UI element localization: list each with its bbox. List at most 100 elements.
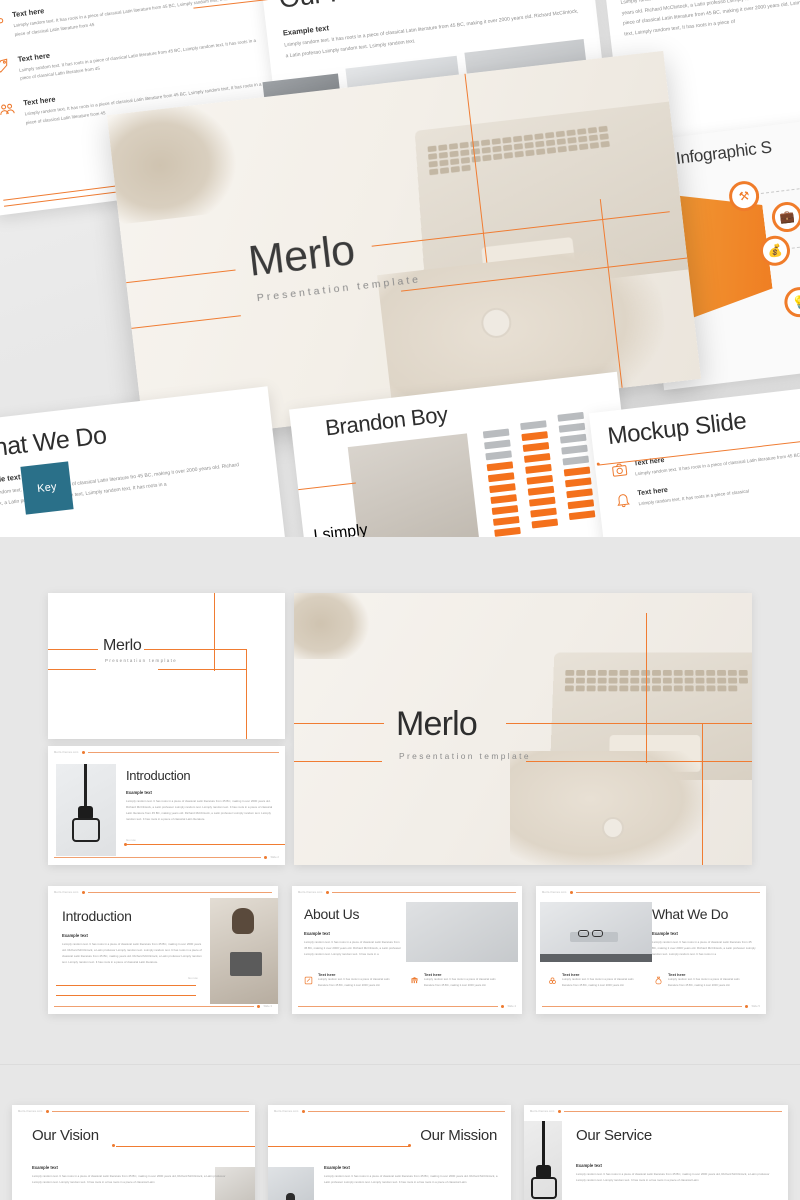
card-about-us[interactable]: Merlo.themes.com About Us Example text L…: [292, 886, 522, 1014]
person-photo: [347, 433, 485, 537]
card-body: Lsimply random text. It has roots in a p…: [32, 1174, 226, 1185]
people-icon: [0, 100, 17, 120]
card-our-mission[interactable]: Merlo.themes.com Our Mission Example tex…: [268, 1105, 511, 1200]
card-our-vision[interactable]: Merlo.themes.com Our Vision Example text…: [12, 1105, 255, 1200]
bullet-dot: [325, 891, 329, 894]
brand-label: Merlo.themes.com: [274, 1110, 299, 1113]
key-badge[interactable]: Key: [20, 461, 74, 515]
divider-line: [87, 752, 279, 753]
slide-title: Mockup Slide: [606, 407, 748, 451]
bullet-dot: [501, 1004, 505, 1008]
bullet-dot: [81, 891, 85, 894]
bank-icon: [410, 972, 419, 984]
divider-line: [575, 892, 760, 893]
card-subtitle: Presentation template: [105, 658, 178, 663]
bar-column: [482, 428, 521, 537]
bullet-dot: [745, 1004, 749, 1008]
card-title: What We Do: [652, 906, 729, 922]
card-body: Lsimply random text. It has roots in a p…: [62, 942, 202, 965]
divider-line: [54, 1005, 255, 1007]
card-label: Example text: [576, 1163, 602, 1168]
card-title: Introduction: [62, 908, 132, 924]
bar-column: [520, 420, 559, 532]
card-label: Example text: [304, 931, 330, 936]
card-what-we-do[interactable]: Merlo.themes.com What We Do Example text…: [536, 886, 766, 1014]
bullet-dot: [557, 1110, 561, 1113]
go-now-link[interactable]: Go now: [126, 838, 275, 842]
template-preview-page: Text here Lsimply random text. It has ro…: [0, 0, 800, 1200]
divider-line: [563, 1111, 782, 1112]
card-body: Lsimply random text. It has roots in a p…: [324, 1174, 498, 1185]
feature-item: Text here Lsimply random text. It has ro…: [410, 972, 505, 988]
feature-body: Lsimply random text. It has roots in a p…: [562, 978, 634, 987]
bullet-dot: [301, 1110, 305, 1113]
card-title: Merlo: [103, 637, 142, 654]
bullet-dot: [264, 855, 268, 859]
card-label: Example text: [32, 1165, 58, 1170]
card-title: Our Vision: [32, 1127, 99, 1144]
card-label: Example text: [652, 931, 678, 936]
feature-item: Text here Lsimply random text. It has ro…: [548, 972, 643, 988]
divider-line: [307, 1111, 505, 1112]
card-title-slide-large[interactable]: Merlo Presentation template: [294, 593, 752, 865]
brand-label: Merlo.themes.com: [54, 891, 79, 894]
feature-item: Text here Lsimply random text. It has ro…: [654, 972, 749, 988]
money-bag-icon: [654, 972, 663, 985]
page-number: Slide 3: [263, 1004, 272, 1008]
card-label: Example text: [126, 790, 152, 795]
slide-what-we-do[interactable]: What We Do Example text Lsimply random t…: [0, 386, 291, 537]
card-title-slide-small[interactable]: Merlo Presentation template: [48, 593, 285, 739]
page-number: Slide 2: [270, 855, 279, 859]
card-our-service[interactable]: Merlo.themes.com Our Service Example tex…: [524, 1105, 788, 1200]
bullet-dot: [45, 1110, 49, 1113]
briefcase-icon[interactable]: 💼: [770, 200, 800, 234]
brand-label: Merlo.themes.com: [298, 891, 323, 894]
card-title: Merlo: [396, 705, 478, 743]
pendant-lamp-photo: [524, 1121, 562, 1200]
brand-label: Merlo.themes.com: [18, 1110, 43, 1113]
person-walking-photo: [268, 1167, 314, 1200]
bell-icon: [614, 491, 632, 509]
divider-line: [542, 1005, 743, 1007]
brand-label: Merlo.themes.com: [54, 751, 79, 754]
divider-line: [54, 856, 262, 858]
slide-body: Lsimply random text. It has roots in a p…: [620, 0, 800, 38]
card-body: Lsimply random text. It has roots in a p…: [576, 1172, 770, 1183]
atom-icon: [548, 972, 557, 985]
woman-with-tablet-photo: [210, 898, 278, 1004]
card-title: Introduction: [126, 768, 191, 783]
feature-body: Lsimply random text. It has roots in a p…: [424, 978, 496, 987]
divider-line: [298, 1005, 499, 1007]
lightbulb-icon[interactable]: 💡: [782, 285, 800, 319]
pendant-lamp-photo: [56, 764, 116, 856]
feature-item: Text here Lsimply random text. It has ro…: [304, 972, 399, 988]
flower-icon: [0, 11, 6, 31]
camera-icon: [611, 461, 629, 479]
go-now-link[interactable]: Go now: [188, 976, 198, 980]
glasses-desk-photo: [540, 902, 652, 962]
plant-decor: [294, 593, 370, 659]
card-introduction[interactable]: Merlo.themes.com Introduction Example te…: [48, 886, 278, 1014]
bullet-dot: [569, 891, 573, 894]
card-label: Example text: [324, 1165, 350, 1170]
page-number: Slide 5: [751, 1004, 760, 1008]
bullet-dot: [257, 1004, 261, 1008]
architecture-photo: [406, 902, 518, 962]
divider-line: [87, 892, 272, 893]
card-body: Lsimply random text. It has roots in a p…: [304, 940, 402, 957]
divider-line: [51, 1111, 249, 1112]
divider-line: [331, 892, 516, 893]
tag-icon: [0, 55, 11, 75]
feature-body: Lsimply random text. It has roots in a p…: [318, 978, 390, 987]
card-body: Lsimply random text. It has roots in a p…: [652, 940, 756, 957]
card-introduction-small[interactable]: Merlo.themes.com Introduction Example te…: [48, 746, 285, 865]
edit-icon: [304, 972, 313, 985]
card-title: About Us: [304, 906, 360, 922]
hero-collage: Text here Lsimply random text. It has ro…: [0, 0, 800, 537]
hands-photo: [510, 751, 710, 865]
card-body: Lsimply random text. It has roots in a p…: [126, 799, 273, 822]
card-title: Our Mission: [420, 1127, 497, 1144]
feature-body: Lsimply random text. It has roots in a p…: [668, 978, 740, 987]
bullet-dot: [81, 751, 85, 754]
card-subtitle: Presentation template: [399, 751, 531, 761]
